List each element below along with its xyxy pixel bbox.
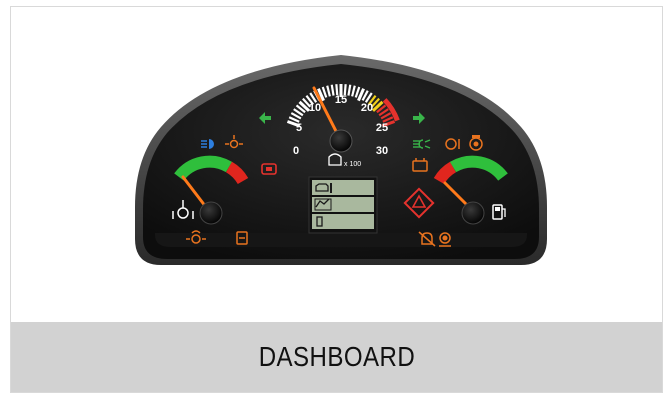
caption-bar: DASHBOARD [11,322,662,392]
tach-label-15: 15 [335,94,347,106]
lcd-row-3 [312,214,374,229]
coolant-gauge-hub [199,201,223,225]
instrument-cluster: 0 5 10 15 20 25 30 x 100 [135,55,547,265]
lcd-display [308,176,378,234]
tach-label-5: 5 [296,122,302,134]
dashboard-card: 0 5 10 15 20 25 30 x 100 DASHBOARD [10,6,663,393]
fuel-gauge-hub [461,201,485,225]
tach-label-25: 25 [376,122,388,134]
tach-label-30: 30 [376,145,388,157]
tach-label-0: 0 [293,145,299,157]
tach-label-20: 20 [361,102,373,114]
lcd-row-1 [312,180,374,195]
tachometer-hub [329,129,353,153]
tach-label-10: 10 [309,102,321,114]
caption-title: DASHBOARD [258,341,415,372]
rpm-unit-label: x 100 [344,161,361,168]
